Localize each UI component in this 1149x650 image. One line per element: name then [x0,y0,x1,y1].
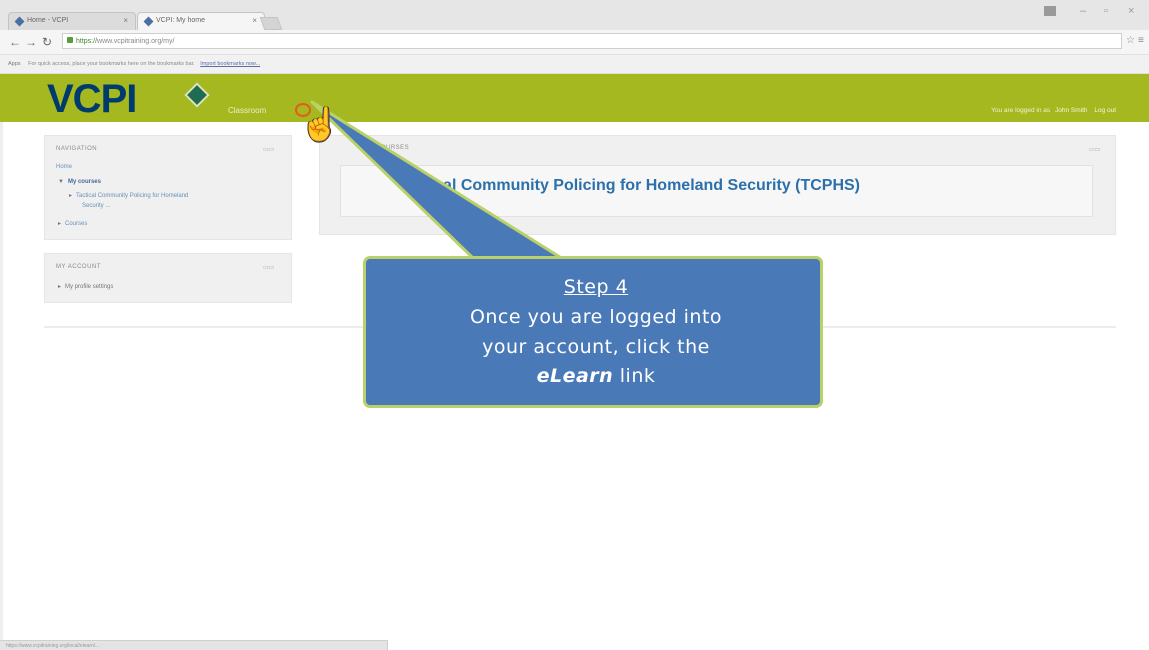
tab-label: VCPI: My home [156,17,206,24]
login-info: You are logged in as John Smith Log out [991,107,1116,114]
minimize-icon[interactable]: – [1080,5,1086,17]
apps-shortcut[interactable]: Apps [8,61,21,67]
forward-arrow-icon[interactable]: → [25,35,37,49]
user-name-link[interactable]: John Smith [1055,107,1088,114]
close-window-icon[interactable]: × [1128,5,1134,17]
logo-diamond-icon [184,82,210,108]
browser-status-url: https://www.vcpitraining.org/local/elear… [0,640,388,650]
nav-home-link[interactable]: Home [56,163,72,171]
vcpi-favicon-icon [14,16,25,27]
screenshot-root: Home - VCPI × VCPI: My home × – ▫ × ← → … [0,0,1149,650]
nav-course-item-line2[interactable]: Security ... [82,202,110,210]
callout-step-heading: Step 4 [563,276,629,298]
browser-tab-home[interactable]: Home - VCPI × [8,12,136,30]
close-tab-icon[interactable]: × [252,16,257,25]
nav-courses[interactable]: ▸ Courses [58,220,87,228]
nav-course-item[interactable]: ▸ Tactical Community Policing for Homelan… [69,192,188,200]
browser-tab-my-home[interactable]: VCPI: My home × [137,12,265,30]
maximize-icon[interactable]: ▫ [1104,5,1108,17]
tab-label: Home - VCPI [27,17,69,24]
navigation-block: NAVIGATION ▭▭ Home ▼ My courses ▸ Tactical… [44,135,292,240]
expand-arrow-icon: ▼ [58,179,64,185]
browser-tab-bar: Home - VCPI × VCPI: My home × – ▫ × [0,0,1149,30]
courses-block-title: COURSES [376,145,410,151]
profile-settings-link[interactable]: ▸ My profile settings [58,283,113,291]
block-controls-icon[interactable]: ▭▭ [1089,146,1100,153]
callout-line-3-suffix: link [613,365,656,387]
url-scheme: https:// [76,38,98,45]
my-account-block: MY ACCOUNT ▭▭ ▸ My profile settings [44,253,292,303]
nav-my-courses[interactable]: ▼ My courses [58,178,101,186]
bookmarks-prompt: For quick access, place your bookmarks h… [28,61,195,67]
reload-icon[interactable]: ↻ [42,35,52,49]
logout-link[interactable]: Log out [1094,107,1116,114]
course-bullet-icon: ▸ [69,193,73,199]
step-callout: Step 4 Once you are logged into your acc… [363,256,823,408]
block-controls-icon[interactable]: ▭▭ [263,264,274,271]
user-profile-icon[interactable] [1044,6,1056,16]
star-icon[interactable]: ☆ [1126,35,1135,46]
url-host: www.vcpitraining.org [97,38,162,45]
vcpi-logo[interactable]: VCPI [47,77,137,122]
nav-course-item-line1: Tactical Community Policing for Homeland [76,193,189,199]
block-controls-icon[interactable]: ▭▭ [263,146,274,153]
callout-line-2: your account, click the [482,336,710,358]
new-tab-button[interactable] [259,17,283,30]
profile-settings-label: My profile settings [65,284,114,290]
page-left-edge [0,122,3,640]
back-arrow-icon[interactable]: ← [9,35,21,49]
callout-emphasis: eLearn [536,365,614,387]
cursor-hand-icon: ☝ [300,106,340,142]
close-tab-icon[interactable]: × [123,16,128,25]
nav-my-courses-label: My courses [67,179,101,185]
url-path: /my/ [161,38,175,45]
my-account-block-title: MY ACCOUNT [56,264,101,270]
import-bookmarks-link[interactable]: Import bookmarks now... [200,61,260,67]
callout-line-1: Once you are logged into [469,306,723,328]
nav-courses-label: Courses [65,221,88,227]
course-title-link[interactable]: Tactical Community Policing for Homeland… [398,177,860,195]
address-bar[interactable]: https://www.vcpitraining.org/my/ [62,33,1122,49]
site-header: VCPI Classroom You are logged in as John… [0,74,1149,122]
navigation-block-title: NAVIGATION [56,146,98,152]
callout-line-3: eLearn link [366,365,826,387]
vcpi-favicon-icon [143,16,154,27]
bookmarks-bar: Apps For quick access, place your bookma… [0,55,1149,74]
menu-icon[interactable]: ≡ [1138,35,1144,46]
lock-icon [67,37,73,43]
login-prefix: You are logged in as [991,107,1051,114]
nav-classroom-link[interactable]: Classroom [228,106,266,115]
collapse-arrow-icon: ▸ [58,221,62,227]
collapse-arrow-icon: ▸ [58,284,62,290]
